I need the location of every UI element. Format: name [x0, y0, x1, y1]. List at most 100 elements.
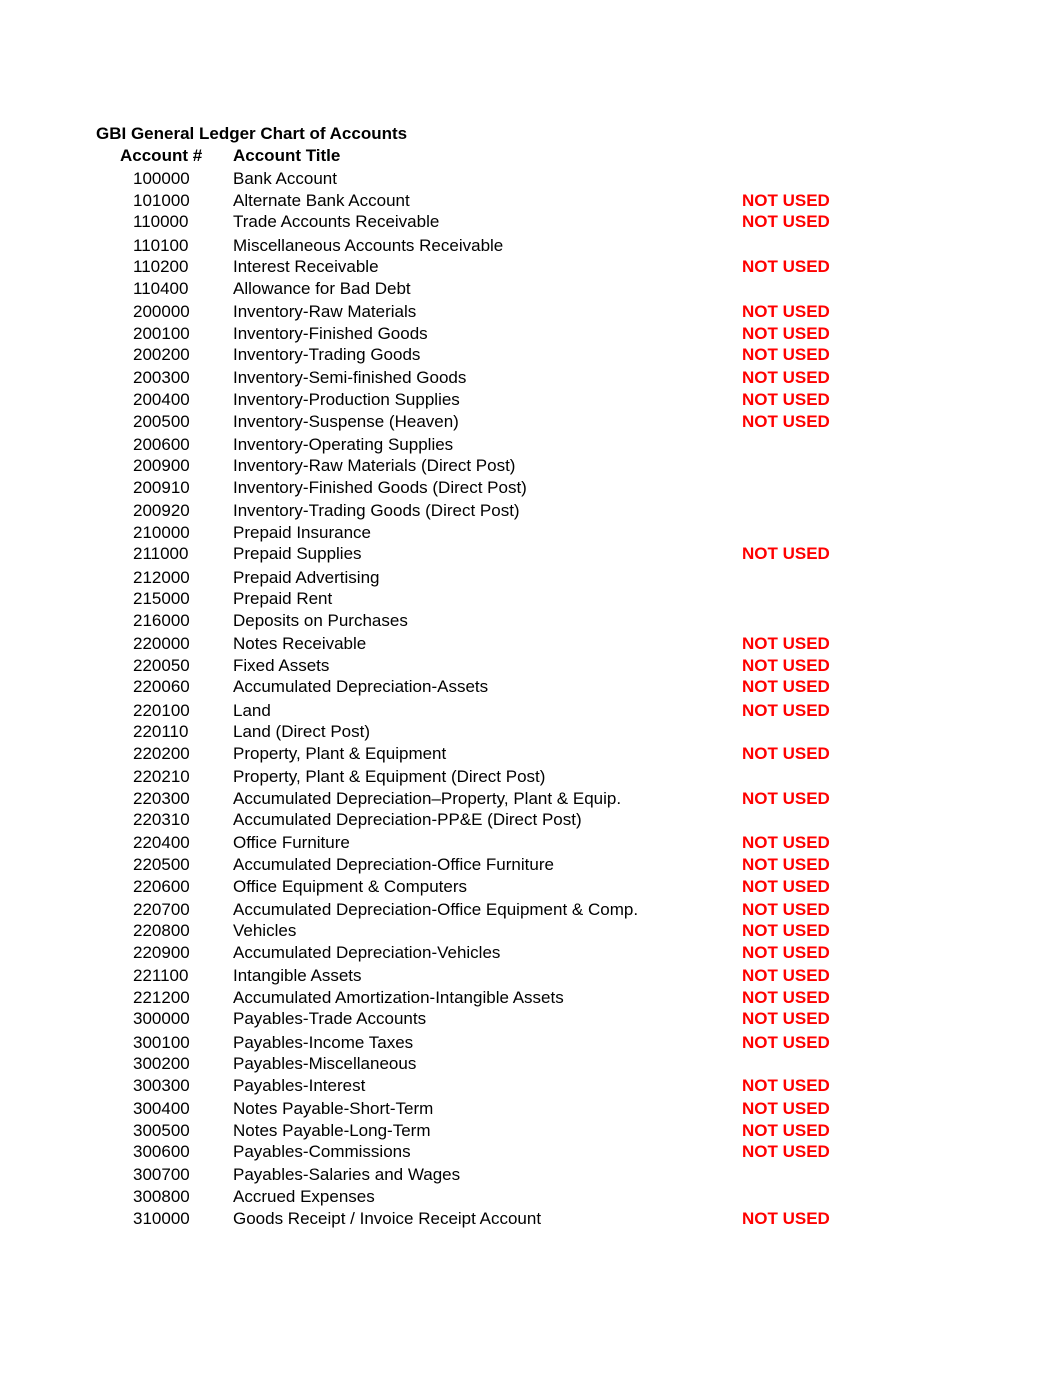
account-title: Payables-Trade Accounts	[233, 1009, 427, 1028]
account-title: Fixed Assets	[233, 656, 330, 675]
table-row: 220060 Accumulated Depreciation-Assets NOT…	[0, 677, 1062, 698]
account-title: Office Furniture	[233, 833, 350, 852]
account-number: 220700	[133, 900, 190, 919]
account-title: Land (Direct Post)	[233, 722, 370, 741]
account-title: Trade Accounts Receivable	[233, 212, 440, 231]
table-row: 220210 Property, Plant & Equipment (Direc…	[0, 767, 1062, 788]
account-number: 221200	[133, 988, 190, 1007]
table-row: 300400 Notes Payable-Short-Term NOT USED	[0, 1099, 1062, 1120]
table-row: 200400 Inventory-Production Supplies NOT U…	[0, 390, 1062, 411]
status-label: NOT USED	[742, 1142, 830, 1161]
account-number: 310000	[133, 1209, 190, 1228]
status-label: NOT USED	[742, 634, 830, 653]
table-row: 220200 Property, Plant & Equipment NOT USE…	[0, 744, 1062, 765]
account-number: 200200	[133, 345, 190, 364]
account-number: 200100	[133, 324, 190, 343]
account-number: 300400	[133, 1099, 190, 1118]
account-title: Accumulated Depreciation-Office Equipmen…	[233, 900, 639, 919]
status-label: NOT USED	[742, 345, 830, 364]
account-title: Prepaid Rent	[233, 589, 333, 608]
table-row: 220300 Accumulated Depreciation–Property,…	[0, 789, 1062, 810]
account-title: Inventory-Raw Materials (Direct Post)	[233, 456, 516, 475]
column-header-account-title: Account Title	[233, 146, 341, 165]
account-number: 220050	[133, 656, 190, 675]
account-number: 210000	[133, 523, 190, 542]
table-row: 200300 Inventory-Semi-finished Goods NOT U…	[0, 368, 1062, 389]
table-row: 200500 Inventory-Suspense (Heaven) NOT USE…	[0, 412, 1062, 433]
account-number: 110200	[133, 257, 189, 276]
account-number: 212000	[133, 568, 190, 587]
status-label: NOT USED	[742, 877, 830, 896]
account-number: 220500	[133, 855, 190, 874]
table-row: 110400 Allowance for Bad Debt	[0, 279, 1062, 300]
account-title: Notes Receivable	[233, 634, 367, 653]
status-label: NOT USED	[742, 302, 830, 321]
account-title: Inventory-Suspense (Heaven)	[233, 412, 459, 431]
table-row: 220310 Accumulated Depreciation-PP&E (Dir…	[0, 810, 1062, 831]
account-title: Inventory-Finished Goods (Direct Post)	[233, 478, 527, 497]
account-number: 200600	[133, 435, 190, 454]
account-title: Inventory-Operating Supplies	[233, 435, 454, 454]
table-row: 220400 Office Furniture NOT USED	[0, 833, 1062, 854]
status-label: NOT USED	[742, 212, 830, 231]
table-row: 220800 Vehicles NOT USED	[0, 921, 1062, 942]
account-title: Notes Payable-Long-Term	[233, 1121, 431, 1140]
account-title: Prepaid Insurance	[233, 523, 371, 542]
table-row: 200100 Inventory-Finished Goods NOT USED	[0, 324, 1062, 345]
account-number: 200400	[133, 390, 190, 409]
table-row: 220900 Accumulated Depreciation-Vehicles N…	[0, 943, 1062, 964]
table-row: 220100 Land NOT USED	[0, 701, 1062, 722]
account-number: 220300	[133, 789, 190, 808]
status-label: NOT USED	[742, 789, 830, 808]
account-number: 300800	[133, 1187, 190, 1206]
account-title: Accumulated Depreciation–Property, Plant…	[233, 789, 622, 808]
table-row: 200000 Inventory-Raw Materials NOT USED	[0, 302, 1062, 323]
table-row: 200900 Inventory-Raw Materials (Direct Po…	[0, 456, 1062, 477]
status-label: NOT USED	[742, 656, 830, 675]
account-title: Prepaid Supplies	[233, 544, 362, 563]
account-title: Inventory-Raw Materials	[233, 302, 417, 321]
table-row: 310000 Goods Receipt / Invoice Receipt Ac…	[0, 1209, 1062, 1230]
account-number: 200920	[133, 501, 190, 520]
table-row: 212000 Prepaid Advertising	[0, 568, 1062, 589]
account-number: 300500	[133, 1121, 190, 1140]
table-row: 200200 Inventory-Trading Goods NOT USED	[0, 345, 1062, 366]
account-number: 100000	[133, 169, 190, 188]
account-title: Prepaid Advertising	[233, 568, 380, 587]
account-number: 200000	[133, 302, 190, 321]
status-label: NOT USED	[742, 900, 830, 919]
account-title: Bank Account	[233, 169, 337, 188]
status-label: NOT USED	[742, 1076, 830, 1095]
account-number: 300200	[133, 1054, 190, 1073]
status-label: NOT USED	[742, 988, 830, 1007]
account-number: 211000	[133, 544, 189, 563]
account-number: 200500	[133, 412, 190, 431]
account-number: 220400	[133, 833, 190, 852]
account-title: Inventory-Production Supplies	[233, 390, 460, 409]
account-number: 200900	[133, 456, 190, 475]
account-number: 220110	[133, 722, 189, 741]
account-number: 220600	[133, 877, 190, 896]
status-label: NOT USED	[742, 943, 830, 962]
account-number: 101000	[133, 191, 190, 210]
account-title: Interest Receivable	[233, 257, 379, 276]
table-row: 110100 Miscellaneous Accounts Receivable	[0, 236, 1062, 257]
account-title: Accumulated Depreciation-Vehicles	[233, 943, 501, 962]
table-row: 220700 Accumulated Depreciation-Office Eq…	[0, 900, 1062, 921]
account-number: 300700	[133, 1165, 190, 1184]
status-label: NOT USED	[742, 324, 830, 343]
status-label: NOT USED	[742, 966, 830, 985]
account-number: 300100	[133, 1033, 190, 1052]
status-label: NOT USED	[742, 855, 830, 874]
account-number: 300000	[133, 1009, 190, 1028]
account-title: Payables-Commissions	[233, 1142, 411, 1161]
table-row: 200600 Inventory-Operating Supplies	[0, 435, 1062, 456]
account-number: 220100	[133, 701, 190, 720]
status-label: NOT USED	[742, 1121, 830, 1140]
account-number: 220900	[133, 943, 190, 962]
table-row: 221200 Accumulated Amortization-Intangibl…	[0, 988, 1062, 1009]
status-label: NOT USED	[742, 544, 830, 563]
account-title: Inventory-Trading Goods (Direct Post)	[233, 501, 520, 520]
status-label: NOT USED	[742, 368, 830, 387]
account-title: Vehicles	[233, 921, 297, 940]
